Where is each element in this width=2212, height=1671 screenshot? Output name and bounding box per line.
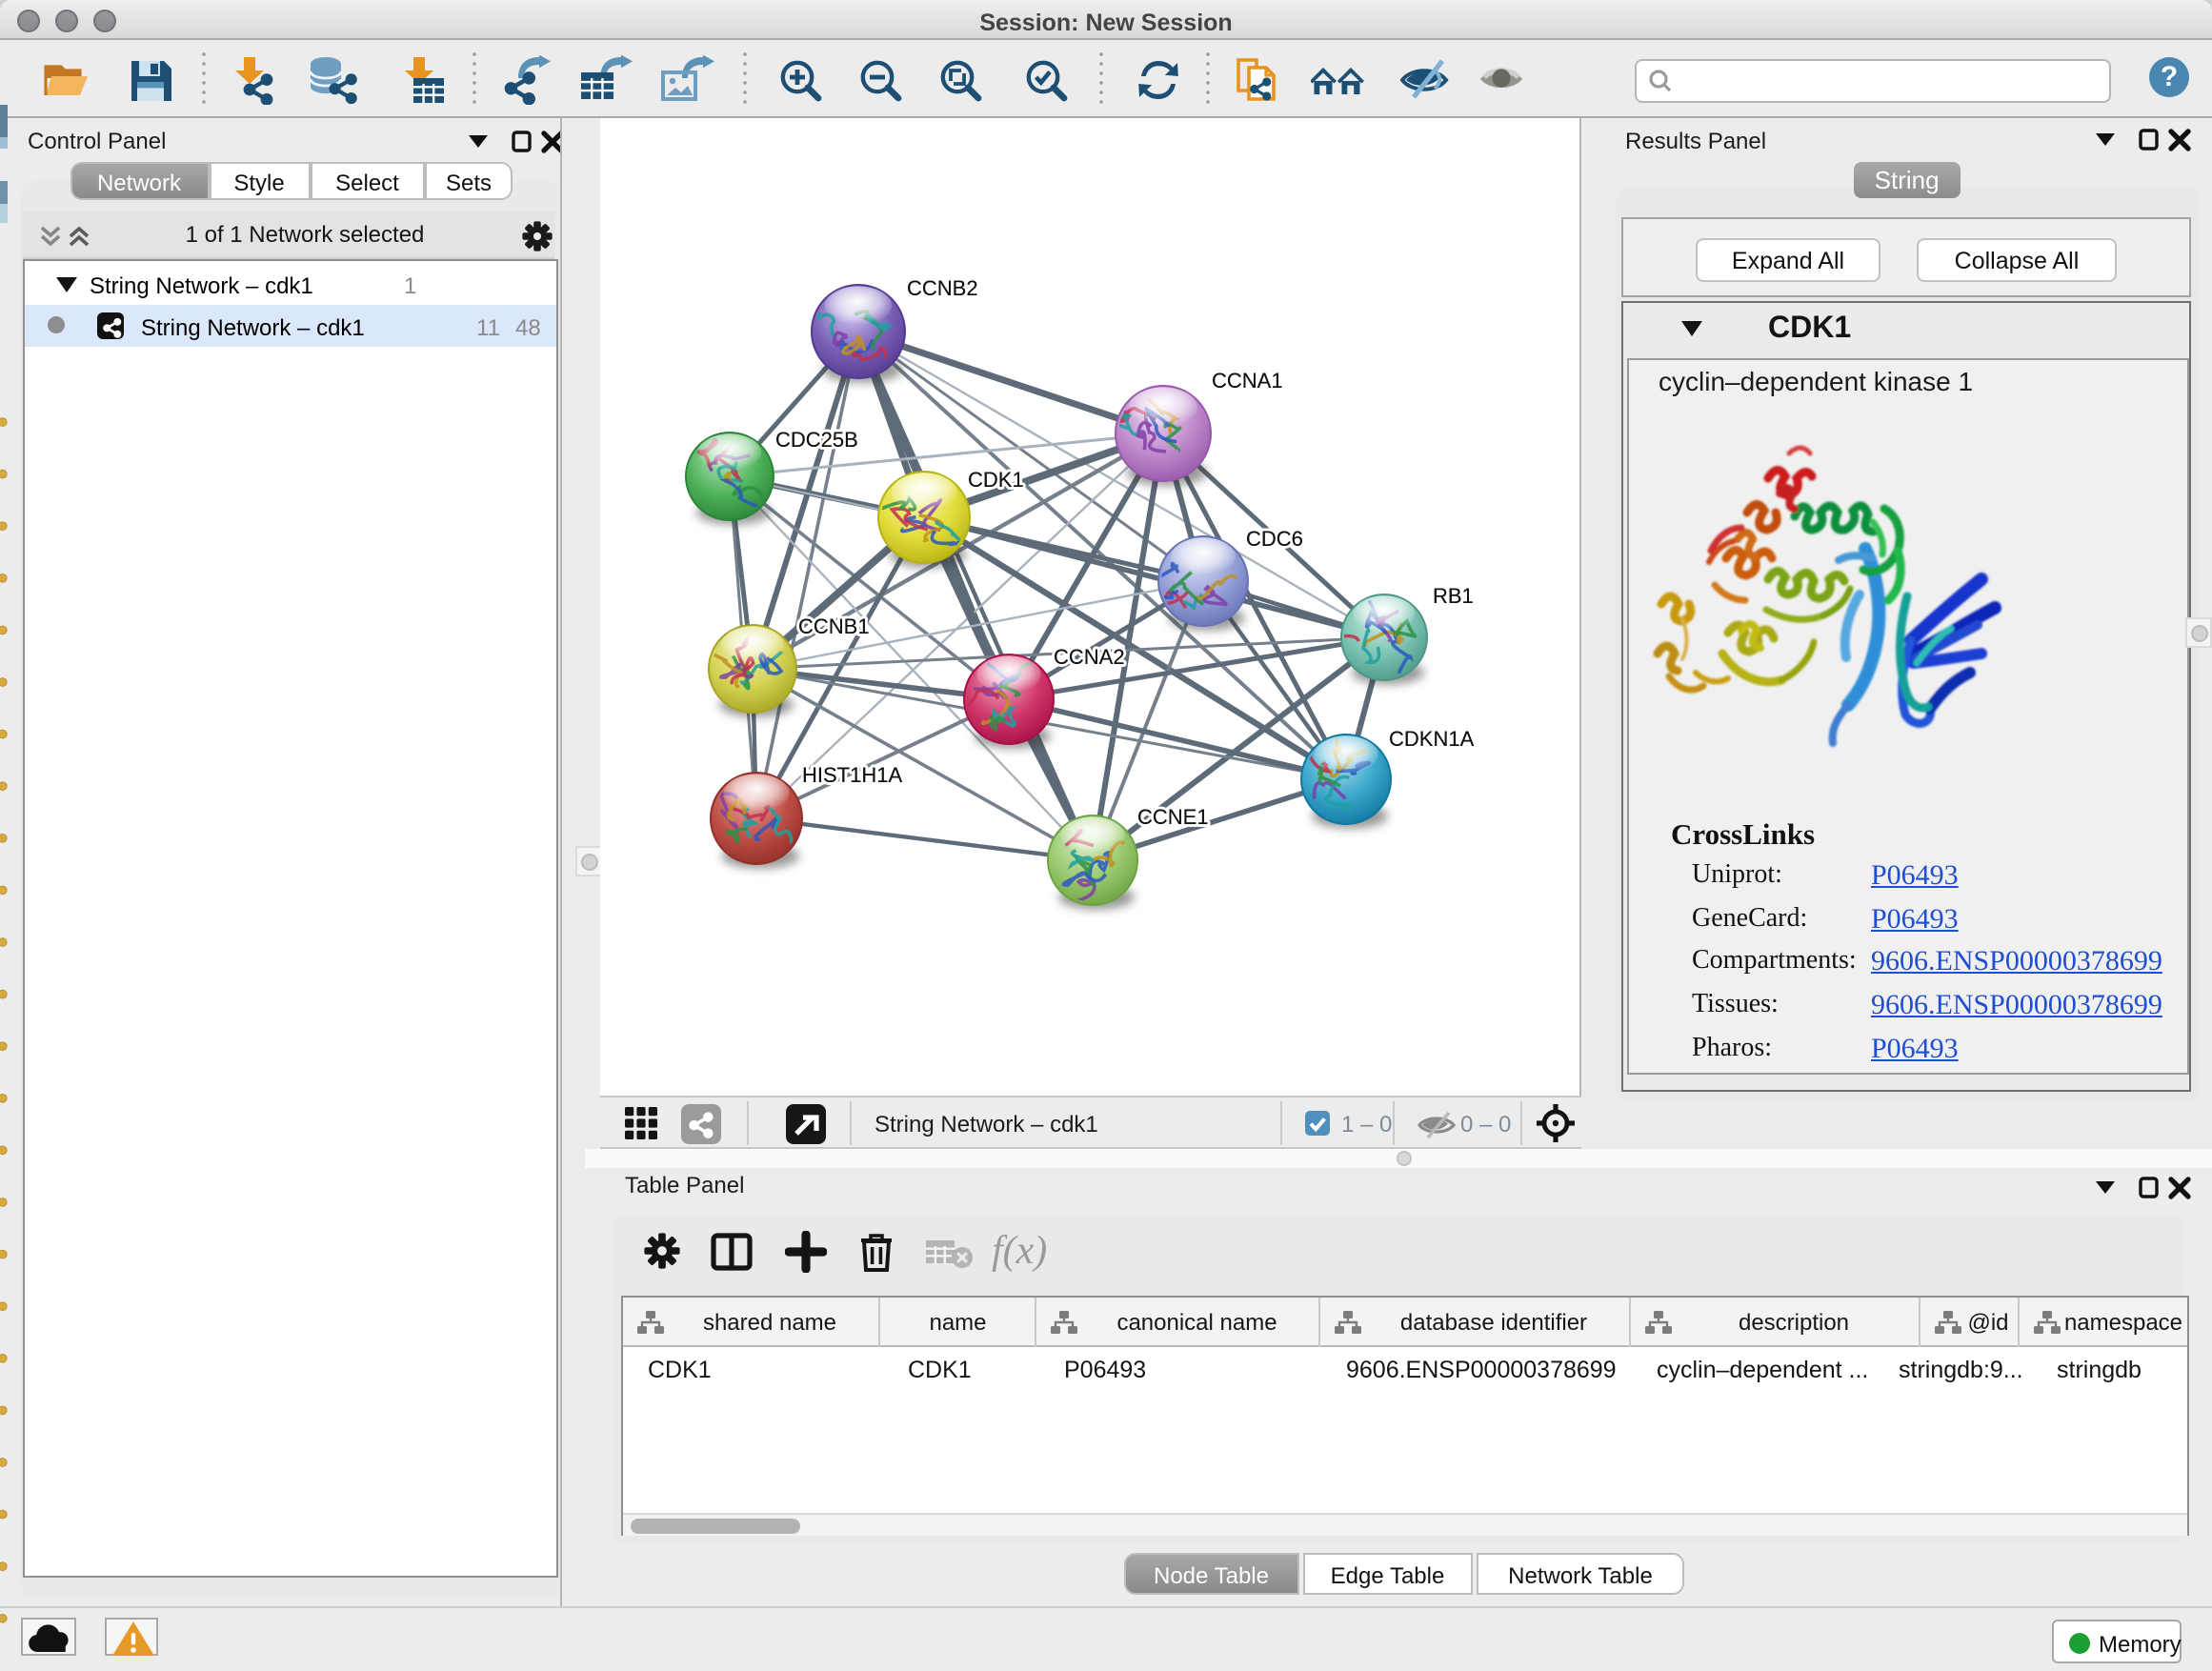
svg-text:CDKN1A: CDKN1A [1389,727,1475,751]
svg-text:CCNE1: CCNE1 [1137,805,1209,829]
svg-text:CCNB1: CCNB1 [798,614,870,638]
svg-text:HIST1H1A: HIST1H1A [802,763,902,787]
svg-text:CCNB2: CCNB2 [907,276,978,300]
svg-text:CDK1: CDK1 [968,468,1024,492]
svg-text:CCNA2: CCNA2 [1054,645,1125,669]
svg-text:CDC6: CDC6 [1246,527,1303,551]
svg-text:CCNA1: CCNA1 [1212,369,1283,393]
svg-text:RB1: RB1 [1433,584,1474,608]
svg-text:CDC25B: CDC25B [775,428,858,452]
